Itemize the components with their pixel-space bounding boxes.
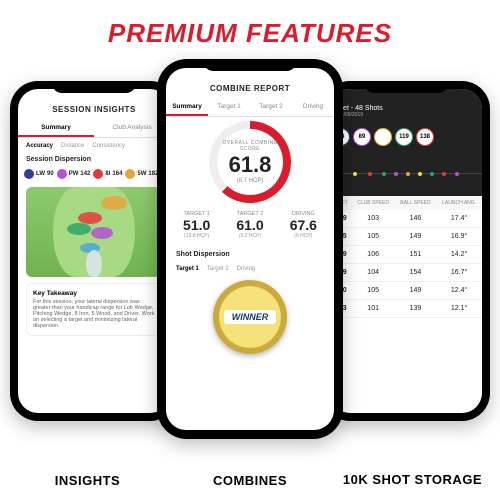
subtab-accuracy[interactable]: Accuracy bbox=[26, 143, 53, 149]
tab-summary[interactable]: Summary bbox=[18, 120, 94, 137]
tab-driving[interactable]: Driving bbox=[292, 99, 334, 116]
session-title: Net - 48 Shots bbox=[338, 105, 474, 112]
caption-storage: 10K SHOT STORAGE bbox=[325, 473, 500, 488]
takeaway-body: For this session, your lateral dispersio… bbox=[33, 299, 154, 329]
score-ring: OVERALL COMBINE SCORE 61.8 (8.7 HCP) bbox=[209, 121, 291, 203]
storage-chips: 68 89 119 138 bbox=[330, 124, 482, 150]
screen-combines: COMBINE REPORT Summary Target 1 Target 2… bbox=[166, 68, 334, 430]
insights-subtabs: Accuracy Distance Consistency bbox=[18, 138, 170, 154]
takeaway-title: Key Takeaway bbox=[33, 290, 155, 297]
phone-notch bbox=[52, 81, 136, 93]
tab-target-2[interactable]: Target 2 bbox=[250, 99, 292, 116]
phone-insights: SESSION INSIGHTS Summary Club Analysis A… bbox=[10, 81, 178, 421]
combine-header: COMBINE REPORT bbox=[166, 68, 334, 99]
chip[interactable]: 138 bbox=[416, 128, 434, 146]
score-ring-wrap: OVERALL COMBINE SCORE 61.8 (8.7 HCP) bbox=[166, 117, 334, 205]
target-2: TARGET 2 61.0 (9.2 HCP) bbox=[223, 211, 276, 239]
shot-tab-driving[interactable]: Driving bbox=[237, 266, 256, 272]
shot-subtabs: Target 1 Target 2 Driving bbox=[166, 264, 334, 274]
phone-combines: COMBINE REPORT Summary Target 1 Target 2… bbox=[157, 59, 343, 439]
score-value: 61.8 bbox=[229, 152, 272, 178]
screen-insights: SESSION INSIGHTS Summary Club Analysis A… bbox=[18, 89, 170, 413]
table-row[interactable]: 25510514916.9° bbox=[330, 228, 482, 246]
shot-timeline[interactable] bbox=[330, 150, 482, 196]
chip[interactable]: 89 bbox=[353, 128, 371, 146]
tab-target-1[interactable]: Target 1 bbox=[208, 99, 250, 116]
session-date: 01/09/2019 bbox=[338, 112, 474, 118]
phones-stage: SESSION INSIGHTS Summary Club Analysis A… bbox=[0, 57, 500, 447]
phone-notch bbox=[204, 59, 297, 71]
fairway-graphic bbox=[26, 187, 162, 277]
caption-combines: COMBINES bbox=[175, 473, 325, 488]
table-row[interactable]: 24910615114.2° bbox=[330, 246, 482, 264]
club-chips: LW 90 PW 142 8i 164 5W 182 bbox=[18, 165, 170, 183]
winner-label: WINNER bbox=[224, 310, 277, 324]
winner-badge: WINNER bbox=[213, 280, 287, 354]
insights-tabs: Summary Club Analysis bbox=[18, 120, 170, 138]
page-title: PREMIUM FEATURES bbox=[0, 0, 500, 57]
chip[interactable]: 119 bbox=[395, 128, 413, 146]
target-driving: DRIVING 67.6 (6 HCP) bbox=[277, 211, 330, 239]
table-row[interactable]: 25910415416.7° bbox=[330, 264, 482, 282]
shot-dispersion-title: Shot Dispersion bbox=[166, 245, 334, 264]
score-sub: (8.7 HCP) bbox=[237, 178, 264, 184]
shot-tab-t2[interactable]: Target 2 bbox=[207, 266, 229, 272]
chip-5w[interactable]: 5W 182 bbox=[125, 169, 158, 179]
targets-row: TARGET 1 51.0 (16.8 HCP) TARGET 2 61.0 (… bbox=[166, 205, 334, 245]
table-row[interactable]: 22010514912.4° bbox=[330, 282, 482, 300]
tab-summary[interactable]: Summary bbox=[166, 99, 208, 116]
captions-row: INSIGHTS COMBINES 10K SHOT STORAGE bbox=[0, 473, 500, 488]
insights-header: SESSION INSIGHTS bbox=[18, 89, 170, 120]
chip[interactable] bbox=[374, 128, 392, 146]
subtab-distance[interactable]: Distance bbox=[61, 143, 84, 149]
screen-storage: Net - 48 Shots 01/09/2019 68 89 119 138 bbox=[330, 89, 482, 413]
target-1: TARGET 1 51.0 (16.8 HCP) bbox=[170, 211, 223, 239]
shots-table: SHOT CLUB SPEED BALL SPEED LAUNCH ANG. 2… bbox=[330, 196, 482, 318]
score-label: OVERALL COMBINE SCORE bbox=[217, 140, 283, 152]
combine-tabs: Summary Target 1 Target 2 Driving bbox=[166, 99, 334, 117]
storage-header: Net - 48 Shots 01/09/2019 bbox=[330, 89, 482, 124]
chip-8i[interactable]: 8i 164 bbox=[93, 169, 122, 179]
chip-lw[interactable]: LW 90 bbox=[24, 169, 54, 179]
caption-insights: INSIGHTS bbox=[0, 473, 175, 488]
section-dispersion: Session Dispersion bbox=[18, 154, 170, 165]
phone-storage: Net - 48 Shots 01/09/2019 68 89 119 138 bbox=[322, 81, 490, 421]
table-row[interactable]: 22310113912.1° bbox=[330, 300, 482, 318]
subtab-consistency[interactable]: Consistency bbox=[92, 143, 125, 149]
takeaway-card: Key Takeaway For this session, your late… bbox=[26, 283, 162, 336]
chip-pw[interactable]: PW 142 bbox=[57, 169, 91, 179]
table-row[interactable]: 23910314617.4° bbox=[330, 210, 482, 228]
shot-tab-t1[interactable]: Target 1 bbox=[176, 266, 199, 272]
phone-notch bbox=[364, 81, 448, 93]
table-header: SHOT CLUB SPEED BALL SPEED LAUNCH ANG. bbox=[330, 196, 482, 210]
